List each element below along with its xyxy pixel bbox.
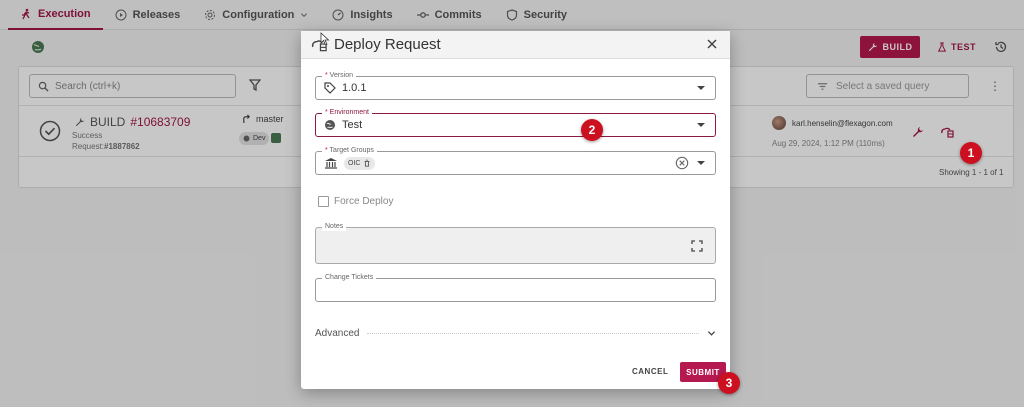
version-label: * Version [322,71,357,80]
force-deploy-label: Force Deploy [334,196,394,207]
step-marker-2: 2 [581,119,603,141]
notes-label: Notes [322,222,347,231]
change-tickets-input[interactable]: Change Tickets [315,273,716,302]
step-marker-3: 3 [718,372,740,394]
chevron-down-icon [707,330,716,336]
version-select[interactable]: * Version 1.0.1 [315,71,716,100]
advanced-label: Advanced [315,327,360,339]
target-groups-select[interactable]: * Target Groups OIC [315,146,716,175]
close-icon[interactable] [706,38,718,50]
dropdown-caret-icon [697,86,705,90]
force-deploy-checkbox[interactable]: Force Deploy [318,196,393,207]
target-group-chip[interactable]: OIC [344,156,376,170]
tag-icon [324,82,336,94]
deploy-request-dialog: Deploy Request * Version 1.0.1 * Environ… [301,31,730,389]
cancel-button[interactable]: CANCEL [632,367,668,376]
dropdown-caret-icon [697,161,705,165]
environment-label-text: Environment [329,109,369,116]
mouse-cursor-icon [320,32,330,46]
environment-select[interactable]: * Environment Test [315,108,716,137]
notes-textarea[interactable]: Notes [315,222,716,264]
environment-value: Test [342,119,363,131]
expand-icon[interactable] [691,240,703,252]
divider [367,332,699,334]
target-group-chip-label: OIC [348,159,361,167]
step-marker-1: 1 [960,142,982,164]
trash-icon[interactable] [363,159,371,167]
target-groups-label-text: Target Groups [329,147,374,154]
version-value: 1.0.1 [342,82,367,94]
checkbox-box[interactable] [318,196,329,207]
dropdown-caret-icon [697,123,705,127]
advanced-expander[interactable]: Advanced [315,327,716,339]
dialog-header: Deploy Request [301,31,730,59]
bank-icon [325,158,337,169]
change-tickets-label: Change Tickets [322,273,377,282]
clear-icon[interactable] [675,156,689,170]
version-label-text: Version [329,72,354,79]
environment-label: * Environment [322,108,372,117]
globe-icon [325,120,335,130]
target-groups-label: * Target Groups [322,146,377,155]
dialog-title: Deploy Request [334,36,441,53]
